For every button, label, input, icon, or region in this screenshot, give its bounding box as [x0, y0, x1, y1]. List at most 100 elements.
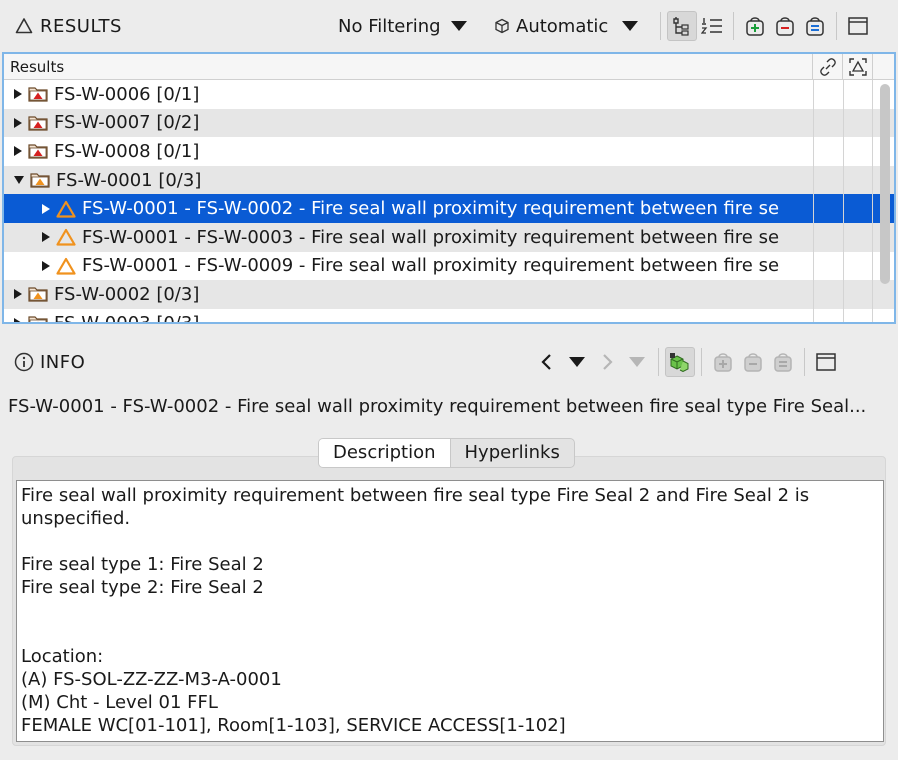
maximize-panel-button[interactable] [843, 11, 873, 41]
row-main-cell: FS-W-0001 - FS-W-0002 - Fire seal wall p… [4, 198, 813, 219]
toolbar-divider [701, 348, 702, 376]
results-panel-title: RESULTS [0, 16, 122, 37]
cube-icon [494, 18, 510, 34]
maximize-panel-button[interactable] [811, 347, 841, 377]
forward-button[interactable] [592, 347, 622, 377]
chevron-down-icon [450, 21, 467, 31]
chevron-down-icon [569, 357, 585, 367]
result-issue-row[interactable]: FS-W-0001 - FS-W-0009 - Fire seal wall p… [4, 251, 894, 281]
results-tree-table[interactable]: Results FS-W-0006 [0/1] FS-W-0007 [0/2] FS… [2, 52, 896, 324]
result-issue-row[interactable]: FS-W-0001 - FS-W-0003 - Fire seal wall p… [4, 222, 894, 252]
vertical-scrollbar[interactable] [880, 84, 890, 284]
add-to-set-button[interactable] [740, 11, 770, 41]
description-line: FEMALE WC[01-101], Room[1-103], SERVICE … [21, 715, 566, 736]
tree-view-icon [673, 17, 689, 36]
description-line: unspecified. [21, 508, 131, 529]
window-maximize-icon [816, 353, 836, 371]
row-link-cell [813, 194, 843, 223]
description-line: Fire seal type 1: Fire Seal 2 [21, 554, 264, 575]
row-link-cell [813, 308, 843, 322]
row-main-cell: FS-W-0002 [0/3] [4, 284, 813, 305]
row-main-cell: FS-W-0001 - FS-W-0009 - Fire seal wall p… [4, 255, 813, 276]
result-group-row[interactable]: FS-W-0006 [0/1] [4, 80, 894, 109]
row-status-cell [843, 194, 873, 223]
info-panel-title: INFO [0, 352, 85, 373]
description-line: Location: [21, 646, 104, 667]
filter-dropdown[interactable]: No Filtering [338, 16, 467, 37]
row-link-cell [813, 222, 843, 252]
disclosure-collapsed-icon[interactable] [14, 289, 22, 300]
row-label: FS-W-0001 - FS-W-0003 - Fire seal wall p… [82, 226, 780, 248]
set-options-button-disabled[interactable] [768, 347, 798, 377]
disclosure-collapsed-icon[interactable] [42, 203, 50, 214]
add-to-set-button-disabled[interactable] [708, 347, 738, 377]
bag-list-icon [774, 353, 792, 372]
list-view-button[interactable] [697, 11, 727, 41]
disclosure-collapsed-icon[interactable] [14, 318, 22, 322]
chevron-down-icon [622, 21, 639, 31]
warning-folder-icon [28, 142, 48, 160]
tab-hyperlinks[interactable]: Hyperlinks [451, 439, 574, 467]
tree-view-button[interactable] [667, 11, 697, 41]
chevron-right-icon [603, 354, 613, 370]
bag-add-icon [714, 353, 732, 372]
row-label: FS-W-0002 [0/3] [54, 283, 200, 305]
description-line: Fire seal type 2: Fire Seal 2 [21, 577, 264, 598]
row-status-cell [843, 165, 873, 195]
table-header: Results [4, 54, 894, 80]
disclosure-collapsed-icon[interactable] [14, 146, 22, 157]
toolbar-divider [804, 348, 805, 376]
show-3d-button[interactable] [665, 347, 695, 377]
tab-description[interactable]: Description [319, 439, 451, 467]
results-panel-header: RESULTS No Filtering Automatic [0, 0, 898, 52]
bag-remove-icon [744, 353, 762, 372]
row-status-cell [843, 222, 873, 252]
forward-history-dropdown[interactable] [622, 347, 652, 377]
disclosure-collapsed-icon[interactable] [42, 260, 50, 271]
result-group-row[interactable]: FS-W-0001 [0/3] [4, 165, 894, 195]
triangle-warning-icon [14, 16, 34, 36]
disclosure-collapsed-icon[interactable] [14, 117, 22, 128]
row-label: FS-W-0007 [0/2] [54, 112, 200, 134]
window-maximize-icon [848, 17, 868, 35]
remove-from-set-button-disabled[interactable] [738, 347, 768, 377]
warning-triangle-icon [56, 200, 76, 218]
description-line [21, 622, 879, 645]
green-cube-icon [670, 353, 689, 372]
result-group-row[interactable]: FS-W-0002 [0/3] [4, 280, 894, 309]
bag-list-icon [806, 17, 824, 36]
row-main-cell: FS-W-0008 [0/1] [4, 141, 813, 162]
issue-title: FS-W-0001 - FS-W-0002 - Fire seal wall p… [8, 396, 867, 417]
warning-folder-icon [28, 314, 48, 322]
set-options-button[interactable] [800, 11, 830, 41]
bag-remove-icon [776, 17, 794, 36]
bag-add-icon [746, 17, 764, 36]
warning-folder-icon [28, 85, 48, 103]
result-group-row[interactable]: FS-W-0008 [0/1] [4, 137, 894, 166]
row-status-cell [843, 280, 873, 309]
row-label: FS-W-0008 [0/1] [54, 140, 200, 162]
back-button[interactable] [532, 347, 562, 377]
chevron-left-icon [541, 354, 551, 370]
result-issue-row[interactable]: FS-W-0001 - FS-W-0002 - Fire seal wall p… [4, 194, 894, 223]
result-group-row[interactable]: FS-W-0007 [0/2] [4, 108, 894, 138]
results-title-text: RESULTS [40, 15, 122, 37]
status-column-header[interactable] [843, 54, 873, 79]
disclosure-expanded-icon[interactable] [14, 176, 24, 185]
mode-dropdown[interactable]: Automatic [494, 16, 639, 37]
results-column-header[interactable]: Results [4, 54, 813, 79]
disclosure-collapsed-icon[interactable] [14, 89, 22, 100]
back-history-dropdown[interactable] [562, 347, 592, 377]
remove-from-set-button[interactable] [770, 11, 800, 41]
frame-warning-icon [848, 57, 867, 76]
result-group-row[interactable]: FS-W-0003 [0/3] [4, 308, 894, 322]
row-label: FS-W-0001 - FS-W-0009 - Fire seal wall p… [82, 255, 780, 277]
toolbar-divider [836, 12, 837, 40]
warning-folder-icon [28, 114, 48, 132]
link-column-header[interactable] [813, 54, 843, 79]
disclosure-collapsed-icon[interactable] [42, 232, 50, 243]
description-text-area[interactable]: Fire seal wall proximity requirement bet… [16, 480, 884, 742]
warning-folder-icon [28, 285, 48, 303]
row-link-cell [813, 280, 843, 309]
description-line [21, 530, 879, 553]
